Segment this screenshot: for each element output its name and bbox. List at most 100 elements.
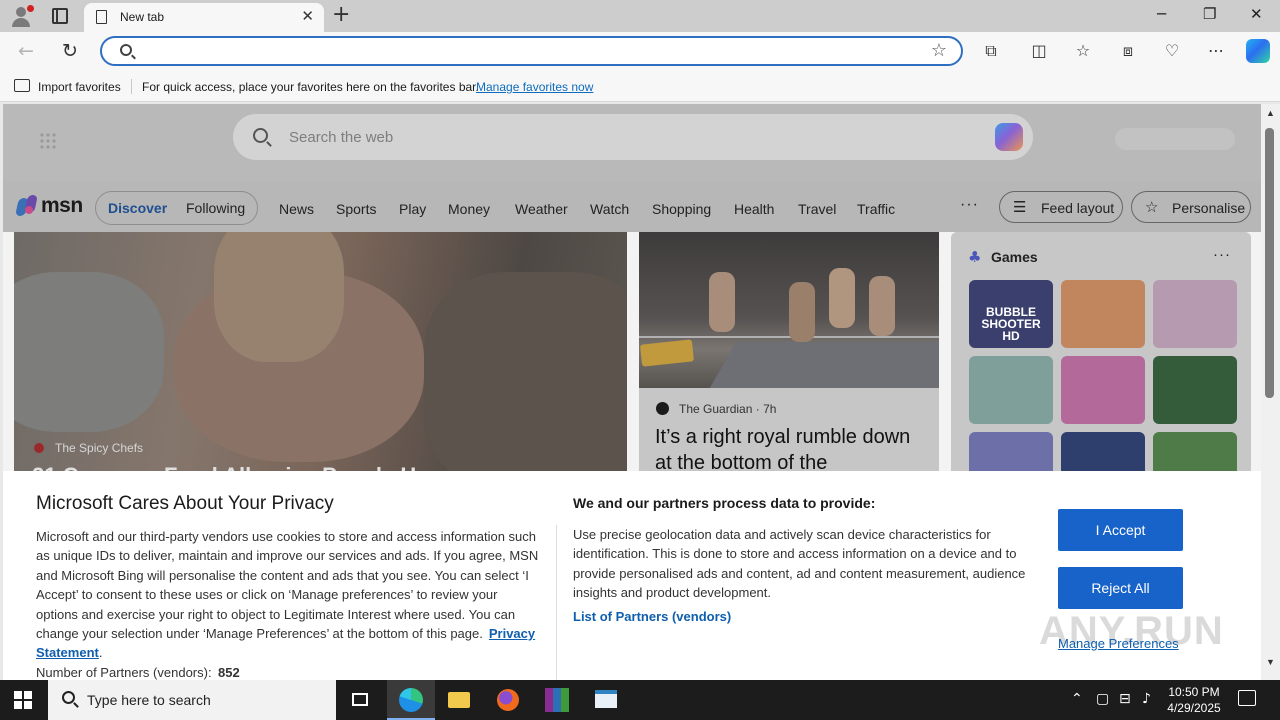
tab-strip: New tab ✕ + ─ ❐ ✕	[0, 0, 1280, 32]
firefox-icon[interactable]	[484, 680, 532, 720]
game-tile[interactable]	[1061, 280, 1145, 348]
nav-money[interactable]: Money	[448, 201, 490, 217]
manage-preferences-link[interactable]: Manage Preferences	[1058, 636, 1179, 651]
close-window-icon[interactable]: ✕	[1250, 5, 1263, 23]
games-widget: ♣ Games ··· BUBBLE SHOOTER HD	[951, 232, 1251, 500]
star-icon: ☆	[1145, 198, 1159, 216]
games-more-icon[interactable]: ···	[1213, 246, 1231, 263]
clock[interactable]: 10:50 PM 4/29/2025	[1166, 684, 1222, 716]
game-tile[interactable]: BUBBLE SHOOTER HD	[969, 280, 1053, 348]
minimize-icon[interactable]: ─	[1157, 5, 1166, 23]
favorites-message: For quick access, place your favorites h…	[142, 80, 479, 94]
tab-following[interactable]: Following	[186, 200, 245, 216]
nav-play[interactable]: Play	[399, 201, 426, 217]
back-icon[interactable]: ←	[18, 40, 34, 62]
collections-icon[interactable]: ⧈	[1118, 41, 1138, 61]
source-icon	[34, 443, 44, 453]
card-source: The Guardian · 7h	[679, 402, 777, 416]
task-view-icon[interactable]	[336, 680, 384, 720]
main-news-card[interactable]: The Spicy Chefs 21 Common Food Allergies…	[14, 232, 627, 482]
more-nav-icon[interactable]: ···	[960, 196, 979, 214]
nav-watch[interactable]: Watch	[590, 201, 629, 217]
card-source: The Spicy Chefs	[55, 441, 144, 455]
privacy-description: Microsoft and our third-party vendors us…	[36, 529, 539, 661]
tabs-icon[interactable]	[52, 8, 68, 24]
sliders-icon: ☰	[1013, 198, 1027, 216]
taskbar-search-placeholder: Type here to search	[87, 692, 211, 708]
reject-all-button[interactable]: Reject All	[1058, 567, 1183, 609]
data-purposes-heading: We and our partners process data to prov…	[573, 495, 876, 511]
page-icon	[96, 10, 107, 24]
games-icon: ♣	[968, 248, 982, 266]
copilot-icon[interactable]	[1246, 39, 1270, 63]
more-icon[interactable]: ⋯	[1206, 41, 1226, 61]
address-bar[interactable]: ☆	[100, 36, 963, 66]
edge-icon[interactable]	[387, 680, 435, 720]
apps-grid-icon[interactable]	[39, 132, 57, 150]
extensions-icon[interactable]: ⧉	[981, 41, 1001, 61]
manage-favorites-link[interactable]: Manage favorites now	[476, 80, 593, 94]
winrar-icon[interactable]	[533, 680, 581, 720]
list-of-partners-link[interactable]: List of Partners (vendors)	[573, 609, 731, 624]
msn-logo[interactable]: msn	[15, 192, 83, 220]
nav-shopping[interactable]: Shopping	[652, 201, 711, 217]
scroll-up-icon[interactable]: ▲	[1266, 108, 1275, 118]
browser-toolbar: ← ↻ ☆ ⧉ ◫ ☆ ⧈ ♡ ⋯	[0, 32, 1280, 72]
vertical-scrollbar[interactable]: ▲ ▼	[1261, 104, 1280, 680]
data-purposes-text: Use precise geolocation data and activel…	[573, 527, 1026, 601]
game-tile[interactable]	[1061, 356, 1145, 424]
source-icon	[656, 402, 669, 415]
nav-traffic[interactable]: Traffic	[857, 201, 895, 217]
tab-new-tab[interactable]: New tab ✕	[84, 3, 324, 32]
game-tile[interactable]	[969, 356, 1053, 424]
refresh-icon[interactable]: ↻	[62, 40, 78, 62]
partners-count-label: Number of Partners (vendors):	[36, 665, 212, 680]
nav-health[interactable]: Health	[734, 201, 774, 217]
sign-in-button[interactable]	[1115, 128, 1235, 150]
game-tile[interactable]	[1153, 280, 1237, 348]
favorites-icon[interactable]: ☆	[1073, 41, 1093, 61]
favorite-star-icon[interactable]: ☆	[931, 40, 947, 61]
browser-essentials-icon[interactable]: ♡	[1162, 41, 1182, 61]
chevron-up-icon[interactable]: ⌃	[1071, 691, 1083, 707]
search-header	[3, 104, 1261, 182]
file-explorer-icon[interactable]	[435, 680, 483, 720]
news-card[interactable]: The Guardian · 7h It’s a right royal rum…	[639, 232, 939, 482]
device-icon[interactable]: ▢	[1096, 691, 1109, 707]
accept-button[interactable]: I Accept	[1058, 509, 1183, 551]
feed-layout-button[interactable]: ☰ Feed layout	[999, 191, 1123, 223]
import-favorites-button[interactable]: Import favorites	[38, 80, 121, 94]
nav-news[interactable]: News	[279, 201, 314, 217]
search-icon	[62, 691, 75, 704]
scroll-down-icon[interactable]: ▼	[1266, 657, 1275, 667]
copilot-icon[interactable]	[995, 123, 1023, 151]
partners-count: 852	[218, 665, 240, 680]
restore-icon[interactable]: ❐	[1203, 5, 1216, 23]
split-screen-icon[interactable]: ◫	[1029, 41, 1049, 61]
network-icon[interactable]: ⊟	[1119, 691, 1131, 707]
notification-icon[interactable]	[1238, 690, 1256, 706]
divider	[131, 79, 132, 94]
volume-icon[interactable]: ♪	[1142, 691, 1151, 707]
tab-discover[interactable]: Discover	[108, 200, 167, 216]
web-search-box[interactable]	[233, 114, 1033, 160]
game-tile[interactable]	[1153, 356, 1237, 424]
privacy-title: Microsoft Cares About Your Privacy	[36, 493, 334, 514]
web-search-input[interactable]	[289, 126, 929, 148]
windows-start-icon[interactable]	[14, 691, 32, 709]
new-tab-icon[interactable]: +	[332, 2, 350, 27]
favorites-bar: Import favorites For quick access, place…	[0, 72, 1280, 102]
address-input[interactable]	[142, 41, 922, 61]
personalise-button[interactable]: ☆ Personalise	[1131, 191, 1251, 223]
taskbar-search[interactable]: Type here to search	[48, 680, 336, 720]
nav-travel[interactable]: Travel	[798, 201, 836, 217]
app-window-icon[interactable]	[582, 680, 630, 720]
nav-sports[interactable]: Sports	[336, 201, 376, 217]
tab-close-icon[interactable]: ✕	[301, 7, 314, 25]
scroll-thumb[interactable]	[1265, 128, 1274, 398]
windows-taskbar: Type here to search ⌃ ▢ ⊟ ♪ 10:50 PM 4/2…	[0, 680, 1280, 720]
nav-weather[interactable]: Weather	[515, 201, 568, 217]
profile-icon[interactable]	[8, 4, 34, 28]
feed-toggle: Discover Following	[95, 191, 258, 225]
search-icon	[120, 44, 132, 56]
